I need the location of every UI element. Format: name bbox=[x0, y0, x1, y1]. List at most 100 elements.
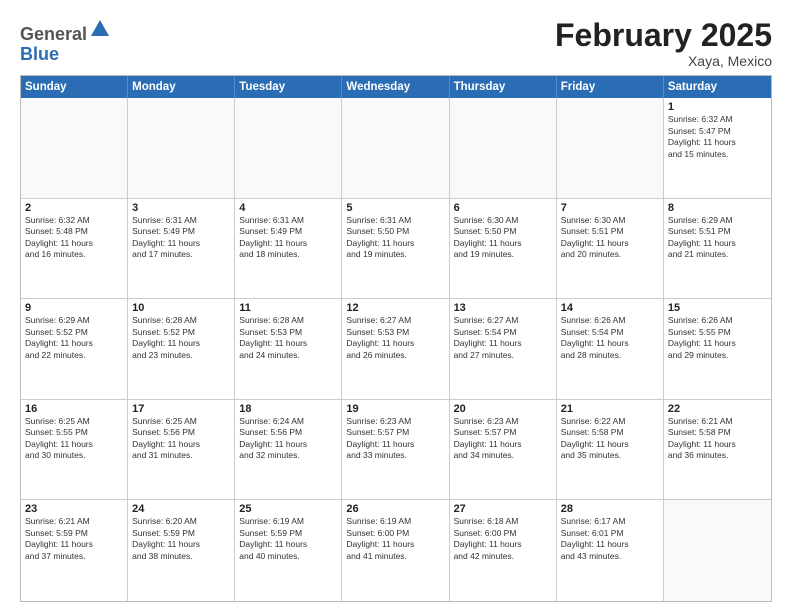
day-number: 3 bbox=[132, 202, 230, 214]
day-info: Sunrise: 6:19 AM Sunset: 5:59 PM Dayligh… bbox=[239, 516, 337, 562]
day-number: 5 bbox=[346, 202, 444, 214]
calendar-week-2: 2Sunrise: 6:32 AM Sunset: 5:48 PM Daylig… bbox=[21, 199, 771, 300]
day-cell-3: 3Sunrise: 6:31 AM Sunset: 5:49 PM Daylig… bbox=[128, 199, 235, 299]
weekday-header-saturday: Saturday bbox=[664, 76, 771, 98]
calendar-header: SundayMondayTuesdayWednesdayThursdayFrid… bbox=[21, 76, 771, 98]
weekday-header-friday: Friday bbox=[557, 76, 664, 98]
day-info: Sunrise: 6:27 AM Sunset: 5:54 PM Dayligh… bbox=[454, 315, 552, 361]
calendar: SundayMondayTuesdayWednesdayThursdayFrid… bbox=[20, 75, 772, 602]
day-info: Sunrise: 6:26 AM Sunset: 5:55 PM Dayligh… bbox=[668, 315, 767, 361]
day-info: Sunrise: 6:25 AM Sunset: 5:55 PM Dayligh… bbox=[25, 416, 123, 462]
day-cell-18: 18Sunrise: 6:24 AM Sunset: 5:56 PM Dayli… bbox=[235, 400, 342, 500]
day-number: 4 bbox=[239, 202, 337, 214]
day-cell-11: 11Sunrise: 6:28 AM Sunset: 5:53 PM Dayli… bbox=[235, 299, 342, 399]
day-info: Sunrise: 6:27 AM Sunset: 5:53 PM Dayligh… bbox=[346, 315, 444, 361]
day-number: 26 bbox=[346, 503, 444, 515]
day-info: Sunrise: 6:29 AM Sunset: 5:52 PM Dayligh… bbox=[25, 315, 123, 361]
day-cell-empty bbox=[450, 98, 557, 198]
day-cell-9: 9Sunrise: 6:29 AM Sunset: 5:52 PM Daylig… bbox=[21, 299, 128, 399]
day-info: Sunrise: 6:31 AM Sunset: 5:49 PM Dayligh… bbox=[132, 215, 230, 261]
day-number: 13 bbox=[454, 302, 552, 314]
day-info: Sunrise: 6:17 AM Sunset: 6:01 PM Dayligh… bbox=[561, 516, 659, 562]
day-info: Sunrise: 6:23 AM Sunset: 5:57 PM Dayligh… bbox=[454, 416, 552, 462]
day-number: 21 bbox=[561, 403, 659, 415]
day-number: 23 bbox=[25, 503, 123, 515]
day-info: Sunrise: 6:28 AM Sunset: 5:53 PM Dayligh… bbox=[239, 315, 337, 361]
day-cell-6: 6Sunrise: 6:30 AM Sunset: 5:50 PM Daylig… bbox=[450, 199, 557, 299]
day-cell-empty bbox=[235, 98, 342, 198]
day-info: Sunrise: 6:32 AM Sunset: 5:48 PM Dayligh… bbox=[25, 215, 123, 261]
location: Xaya, Mexico bbox=[555, 53, 772, 69]
day-cell-12: 12Sunrise: 6:27 AM Sunset: 5:53 PM Dayli… bbox=[342, 299, 449, 399]
weekday-header-tuesday: Tuesday bbox=[235, 76, 342, 98]
weekday-header-monday: Monday bbox=[128, 76, 235, 98]
day-info: Sunrise: 6:28 AM Sunset: 5:52 PM Dayligh… bbox=[132, 315, 230, 361]
day-cell-empty bbox=[664, 500, 771, 601]
day-info: Sunrise: 6:22 AM Sunset: 5:58 PM Dayligh… bbox=[561, 416, 659, 462]
logo-text: General Blue bbox=[20, 18, 111, 65]
day-number: 11 bbox=[239, 302, 337, 314]
day-cell-27: 27Sunrise: 6:18 AM Sunset: 6:00 PM Dayli… bbox=[450, 500, 557, 601]
day-number: 2 bbox=[25, 202, 123, 214]
day-number: 19 bbox=[346, 403, 444, 415]
day-info: Sunrise: 6:19 AM Sunset: 6:00 PM Dayligh… bbox=[346, 516, 444, 562]
day-number: 7 bbox=[561, 202, 659, 214]
day-number: 15 bbox=[668, 302, 767, 314]
logo-blue: Blue bbox=[20, 44, 59, 64]
day-number: 9 bbox=[25, 302, 123, 314]
day-info: Sunrise: 6:21 AM Sunset: 5:59 PM Dayligh… bbox=[25, 516, 123, 562]
day-cell-15: 15Sunrise: 6:26 AM Sunset: 5:55 PM Dayli… bbox=[664, 299, 771, 399]
calendar-week-5: 23Sunrise: 6:21 AM Sunset: 5:59 PM Dayli… bbox=[21, 500, 771, 601]
day-info: Sunrise: 6:18 AM Sunset: 6:00 PM Dayligh… bbox=[454, 516, 552, 562]
day-number: 1 bbox=[668, 101, 767, 113]
logo-icon bbox=[89, 18, 111, 40]
calendar-week-1: 1Sunrise: 6:32 AM Sunset: 5:47 PM Daylig… bbox=[21, 98, 771, 199]
day-number: 6 bbox=[454, 202, 552, 214]
day-cell-10: 10Sunrise: 6:28 AM Sunset: 5:52 PM Dayli… bbox=[128, 299, 235, 399]
day-cell-empty bbox=[557, 98, 664, 198]
day-info: Sunrise: 6:24 AM Sunset: 5:56 PM Dayligh… bbox=[239, 416, 337, 462]
day-cell-2: 2Sunrise: 6:32 AM Sunset: 5:48 PM Daylig… bbox=[21, 199, 128, 299]
day-cell-28: 28Sunrise: 6:17 AM Sunset: 6:01 PM Dayli… bbox=[557, 500, 664, 601]
weekday-header-sunday: Sunday bbox=[21, 76, 128, 98]
day-cell-20: 20Sunrise: 6:23 AM Sunset: 5:57 PM Dayli… bbox=[450, 400, 557, 500]
day-cell-7: 7Sunrise: 6:30 AM Sunset: 5:51 PM Daylig… bbox=[557, 199, 664, 299]
day-number: 27 bbox=[454, 503, 552, 515]
calendar-body: 1Sunrise: 6:32 AM Sunset: 5:47 PM Daylig… bbox=[21, 98, 771, 601]
calendar-week-3: 9Sunrise: 6:29 AM Sunset: 5:52 PM Daylig… bbox=[21, 299, 771, 400]
day-number: 14 bbox=[561, 302, 659, 314]
day-info: Sunrise: 6:25 AM Sunset: 5:56 PM Dayligh… bbox=[132, 416, 230, 462]
day-info: Sunrise: 6:23 AM Sunset: 5:57 PM Dayligh… bbox=[346, 416, 444, 462]
day-number: 22 bbox=[668, 403, 767, 415]
day-info: Sunrise: 6:29 AM Sunset: 5:51 PM Dayligh… bbox=[668, 215, 767, 261]
day-info: Sunrise: 6:30 AM Sunset: 5:50 PM Dayligh… bbox=[454, 215, 552, 261]
day-cell-26: 26Sunrise: 6:19 AM Sunset: 6:00 PM Dayli… bbox=[342, 500, 449, 601]
day-info: Sunrise: 6:20 AM Sunset: 5:59 PM Dayligh… bbox=[132, 516, 230, 562]
day-number: 17 bbox=[132, 403, 230, 415]
day-number: 18 bbox=[239, 403, 337, 415]
day-cell-4: 4Sunrise: 6:31 AM Sunset: 5:49 PM Daylig… bbox=[235, 199, 342, 299]
day-number: 28 bbox=[561, 503, 659, 515]
day-info: Sunrise: 6:30 AM Sunset: 5:51 PM Dayligh… bbox=[561, 215, 659, 261]
day-cell-24: 24Sunrise: 6:20 AM Sunset: 5:59 PM Dayli… bbox=[128, 500, 235, 601]
day-cell-empty bbox=[342, 98, 449, 198]
day-cell-13: 13Sunrise: 6:27 AM Sunset: 5:54 PM Dayli… bbox=[450, 299, 557, 399]
title-block: February 2025 Xaya, Mexico bbox=[555, 18, 772, 69]
day-cell-1: 1Sunrise: 6:32 AM Sunset: 5:47 PM Daylig… bbox=[664, 98, 771, 198]
day-cell-5: 5Sunrise: 6:31 AM Sunset: 5:50 PM Daylig… bbox=[342, 199, 449, 299]
logo-general: General bbox=[20, 24, 87, 44]
day-info: Sunrise: 6:26 AM Sunset: 5:54 PM Dayligh… bbox=[561, 315, 659, 361]
weekday-header-wednesday: Wednesday bbox=[342, 76, 449, 98]
day-number: 20 bbox=[454, 403, 552, 415]
day-cell-17: 17Sunrise: 6:25 AM Sunset: 5:56 PM Dayli… bbox=[128, 400, 235, 500]
page: General Blue February 2025 Xaya, Mexico … bbox=[0, 0, 792, 612]
day-cell-16: 16Sunrise: 6:25 AM Sunset: 5:55 PM Dayli… bbox=[21, 400, 128, 500]
day-info: Sunrise: 6:21 AM Sunset: 5:58 PM Dayligh… bbox=[668, 416, 767, 462]
weekday-header-thursday: Thursday bbox=[450, 76, 557, 98]
calendar-week-4: 16Sunrise: 6:25 AM Sunset: 5:55 PM Dayli… bbox=[21, 400, 771, 501]
day-cell-empty bbox=[128, 98, 235, 198]
day-number: 16 bbox=[25, 403, 123, 415]
day-number: 12 bbox=[346, 302, 444, 314]
day-cell-21: 21Sunrise: 6:22 AM Sunset: 5:58 PM Dayli… bbox=[557, 400, 664, 500]
month-title: February 2025 bbox=[555, 18, 772, 53]
